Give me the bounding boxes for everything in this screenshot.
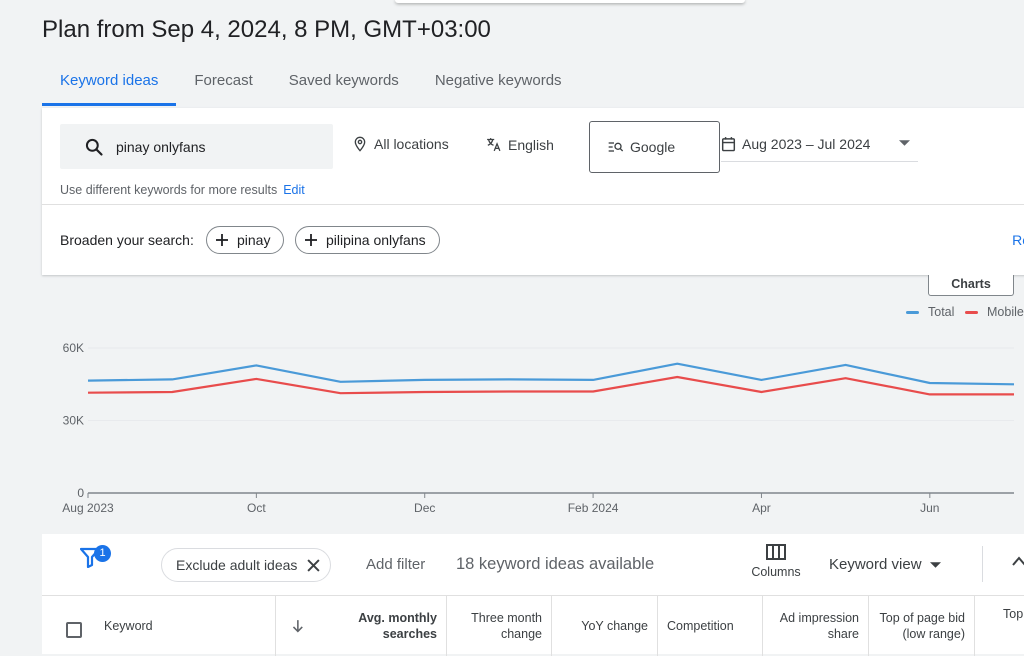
- toolbar-separator: [982, 546, 983, 582]
- column-header-top-bid-high[interactable]: Top: [975, 596, 1024, 656]
- x-tick-label: Dec: [414, 501, 435, 515]
- network-label: Google: [630, 139, 676, 155]
- y-tick-label: 60K: [63, 341, 84, 355]
- column-header-top-bid-low[interactable]: Top of page bid (low range): [869, 596, 975, 656]
- dropdown-arrow-icon: [929, 561, 941, 568]
- charts-button[interactable]: Charts: [928, 275, 1014, 296]
- location-pin-icon: [354, 136, 366, 152]
- broaden-search-label: Broaden your search:: [60, 232, 194, 248]
- column-header-keyword[interactable]: Keyword: [42, 596, 276, 656]
- x-tick-label: Oct: [247, 501, 266, 515]
- plus-icon: [305, 234, 317, 246]
- x-tick-label: Feb 2024: [568, 501, 619, 515]
- sort-down-arrow-icon: [292, 620, 303, 633]
- locations-label: All locations: [374, 136, 449, 152]
- keyword-view-label: Keyword view: [829, 556, 922, 573]
- y-tick-label: 0: [77, 486, 84, 500]
- filter-count-badge: 1: [94, 545, 111, 562]
- legend-item-total[interactable]: Total: [906, 305, 954, 319]
- language-label: English: [508, 136, 554, 153]
- calendar-icon: [721, 137, 736, 152]
- legend-swatch: [965, 310, 978, 314]
- x-tick-label: Apr: [752, 501, 771, 515]
- keyword-hint: Use different keywords for more results E…: [60, 183, 305, 197]
- broaden-chip-pilipina-onlyfans[interactable]: pilipina onlyfans: [295, 226, 440, 254]
- x-tick-label: Jun: [920, 501, 939, 515]
- broaden-chip-pinay[interactable]: pinay: [206, 226, 285, 254]
- network-selector[interactable]: Google: [589, 121, 720, 173]
- search-settings-card: pinay onlyfans All locations English Goo…: [42, 108, 1024, 275]
- dropdown-arrow-icon: [899, 140, 910, 146]
- tab-bar: Keyword ideas Forecast Saved keywords Ne…: [42, 62, 580, 106]
- top-popup-edge: [395, 0, 745, 3]
- column-header-avg-monthly[interactable]: Avg. monthly searches: [276, 596, 447, 656]
- chip-label: pilipina onlyfans: [326, 232, 426, 248]
- search-input-value: pinay onlyfans: [116, 138, 206, 155]
- exclude-chip-label: Exclude adult ideas: [176, 557, 298, 573]
- language-selector[interactable]: English: [485, 136, 554, 153]
- columns-button[interactable]: Columns: [742, 544, 810, 579]
- legend-label: Total: [928, 305, 955, 319]
- translate-icon: [487, 138, 501, 152]
- tab-keyword-ideas[interactable]: Keyword ideas: [42, 62, 177, 106]
- hint-text: Use different keywords for more results: [60, 183, 278, 197]
- date-range-label: Aug 2023 – Jul 2024: [742, 136, 871, 152]
- legend-item-mobile[interactable]: Mobile: [965, 305, 1024, 319]
- column-header-yoy-change[interactable]: YoY change: [552, 596, 658, 656]
- tab-saved-keywords[interactable]: Saved keywords: [271, 62, 417, 106]
- chip-label: pinay: [237, 232, 271, 248]
- filter-bar: 1 Exclude adult ideas Add filter 18 keyw…: [42, 534, 1024, 596]
- column-header-three-month-change[interactable]: Three month change: [447, 596, 552, 656]
- keyword-ideas-count: 18 keyword ideas available: [456, 555, 655, 573]
- x-tick-label: Aug 2023: [62, 501, 114, 515]
- series-line-total: [87, 362, 1015, 386]
- card-divider: [42, 204, 1024, 205]
- refine-link[interactable]: Re: [1012, 232, 1024, 248]
- legend-swatch: [906, 310, 919, 314]
- columns-label: Columns: [751, 565, 801, 579]
- plus-icon: [216, 234, 228, 246]
- close-icon[interactable]: [307, 558, 321, 572]
- edit-keywords-link[interactable]: Edit: [283, 183, 305, 197]
- locations-selector[interactable]: All locations: [352, 136, 449, 152]
- column-header-ad-impression-share[interactable]: Ad impression share: [763, 596, 869, 656]
- column-header-competition[interactable]: Competition: [658, 596, 763, 656]
- add-filter-button[interactable]: Add filter: [366, 556, 425, 573]
- date-range-selector[interactable]: Aug 2023 – Jul 2024: [721, 136, 918, 162]
- columns-icon: [766, 544, 786, 560]
- keyword-search-input[interactable]: pinay onlyfans: [60, 124, 333, 169]
- exclude-adult-ideas-chip[interactable]: Exclude adult ideas: [161, 548, 332, 582]
- table-header-row: Keyword Avg. monthly searches Three mont…: [42, 596, 1024, 656]
- y-tick-label: 30K: [63, 414, 84, 428]
- tab-negative-keywords[interactable]: Negative keywords: [417, 62, 580, 106]
- page-title: Plan from Sep 4, 2024, 8 PM, GMT+03:00: [42, 16, 491, 43]
- search-volume-chart: 0 30K 60K Aug 2023 Oct Dec Feb 2024 Apr Jun: [62, 341, 1015, 515]
- chevron-up-icon[interactable]: [1012, 556, 1024, 566]
- search-icon: [85, 138, 103, 156]
- avg-monthly-label: Avg. monthly searches: [358, 610, 437, 641]
- tab-forecast[interactable]: Forecast: [176, 62, 270, 106]
- legend-label: Mobile: [987, 305, 1024, 319]
- keyword-view-selector[interactable]: Keyword view: [829, 556, 941, 573]
- search-network-icon: [608, 142, 624, 152]
- keyword-table: 1 Exclude adult ideas Add filter 18 keyw…: [42, 534, 1024, 656]
